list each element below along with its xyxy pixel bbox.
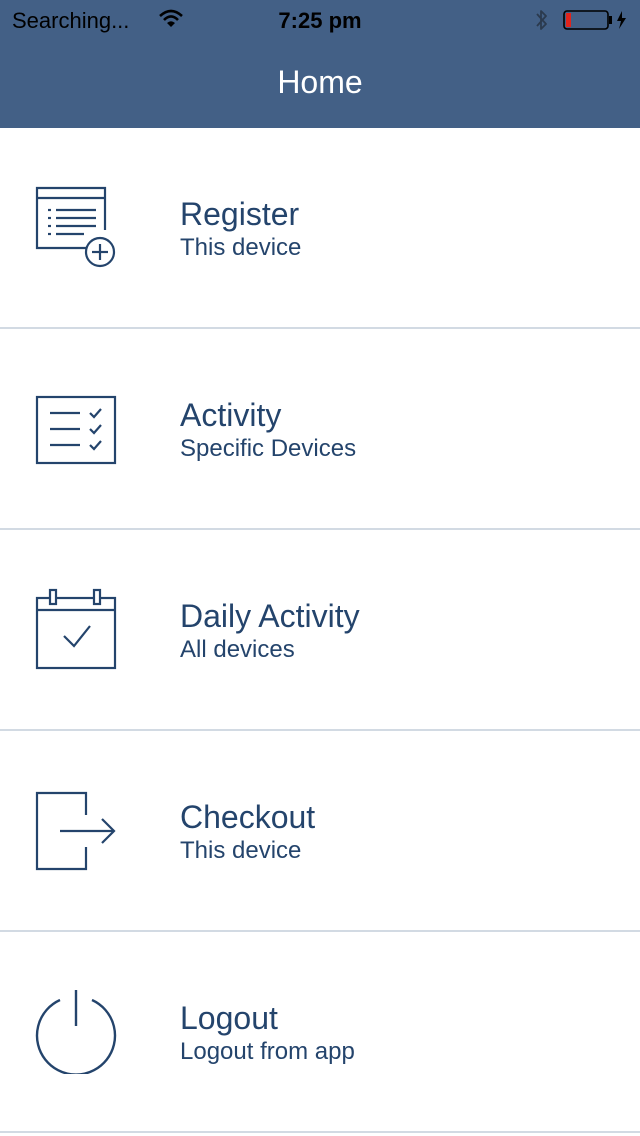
page-title: Home: [277, 64, 363, 100]
menu-item-activity[interactable]: Activity Specific Devices: [0, 329, 640, 530]
checklist-icon: [35, 395, 117, 465]
menu-item-subtitle: All devices: [180, 636, 295, 663]
menu-item-title: Daily Activity: [180, 598, 360, 634]
menu-list: Register This device Activity Specific D…: [0, 128, 640, 1133]
header: Searching... 7:25 pm Home: [0, 0, 640, 128]
menu-item-title: Checkout: [180, 799, 316, 835]
menu-item-checkout[interactable]: Checkout This device: [0, 731, 640, 932]
bluetooth-icon: [536, 10, 547, 30]
menu-item-subtitle: This device: [180, 234, 302, 261]
exit-arrow-icon: [35, 791, 116, 871]
menu-item-register[interactable]: Register This device: [0, 128, 640, 329]
menu-item-subtitle: Specific Devices: [180, 435, 357, 462]
menu-item-subtitle: Logout from app: [180, 1038, 355, 1065]
menu-item-logout[interactable]: Logout Logout from app: [0, 932, 640, 1133]
menu-item-title: Logout: [180, 1000, 278, 1036]
charging-icon: [617, 11, 626, 29]
menu-item-subtitle: This device: [180, 837, 302, 864]
menu-item-title: Register: [180, 196, 300, 232]
register-list-add-icon: [35, 186, 116, 268]
power-icon: [35, 990, 117, 1074]
menu-item-daily-activity[interactable]: Daily Activity All devices: [0, 530, 640, 731]
calendar-check-icon: [35, 588, 117, 670]
menu-item-title: Activity: [180, 397, 282, 433]
battery-icon: [563, 10, 626, 30]
status-bar: Searching... 7:25 pm: [0, 0, 640, 40]
